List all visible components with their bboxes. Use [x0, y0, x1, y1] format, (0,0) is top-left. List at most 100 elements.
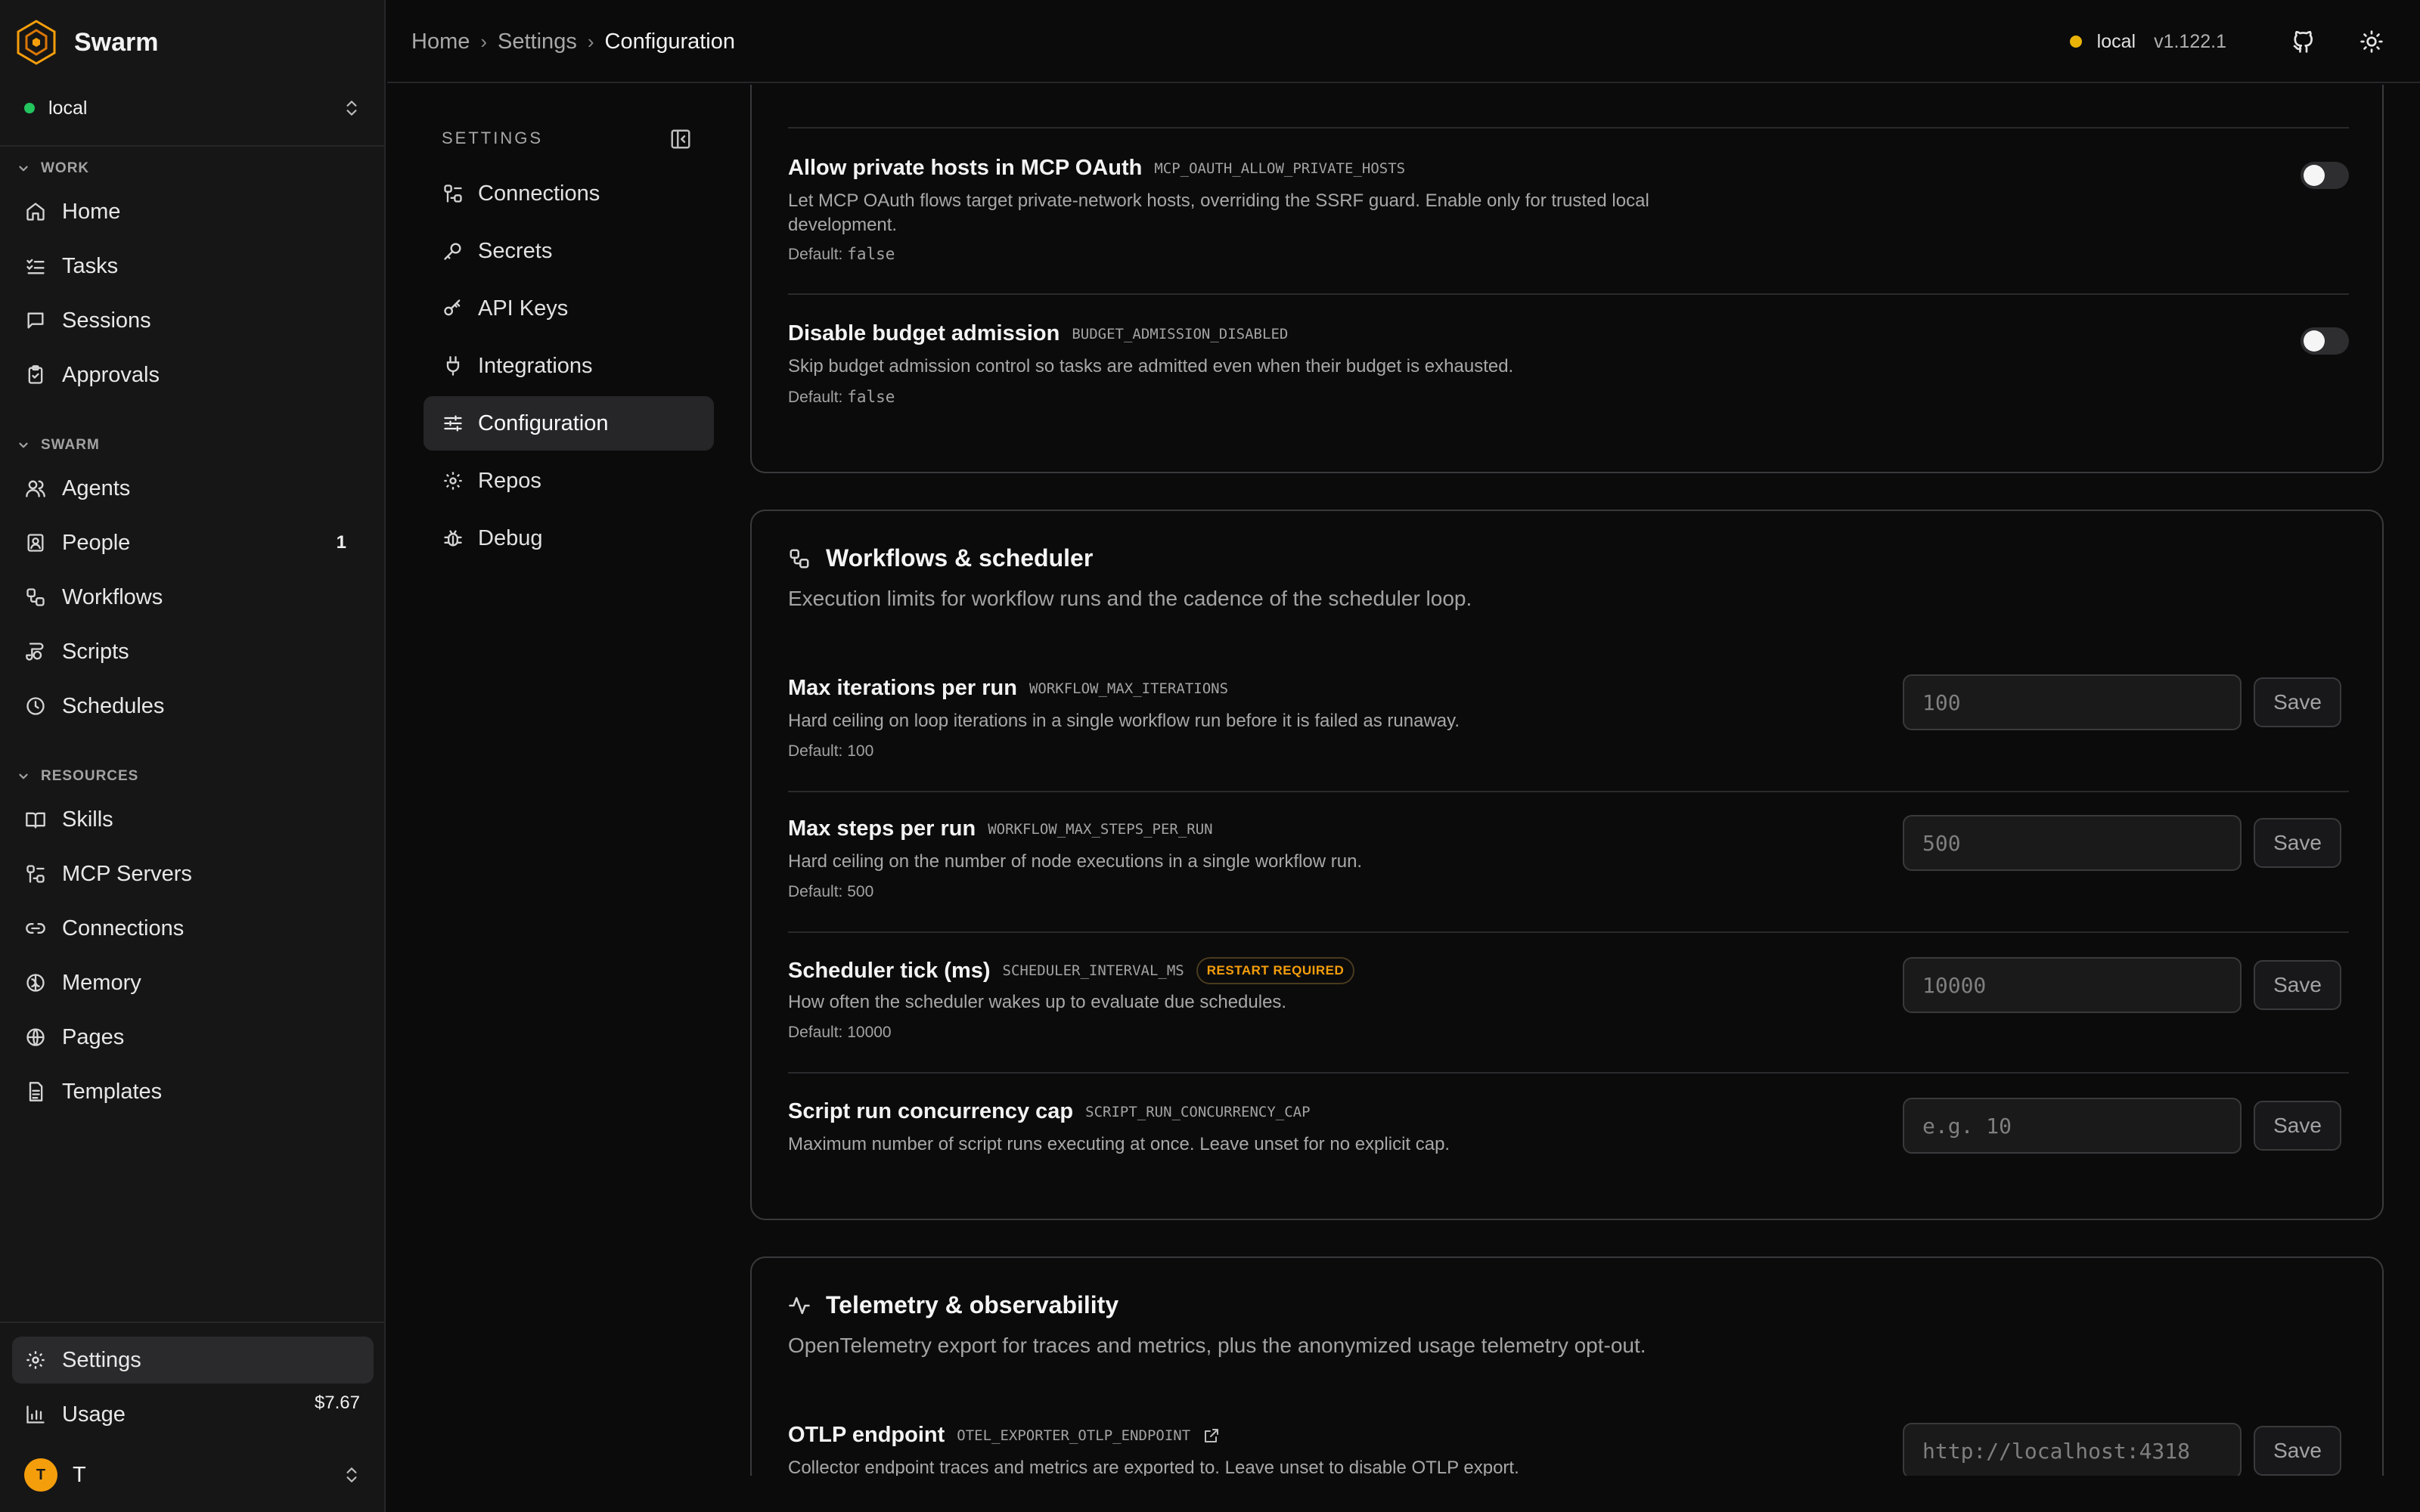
avatar: T	[24, 1458, 57, 1492]
setting-title-group: OTLP endpoint OTEL_EXPORTER_OTLP_ENDPOIN…	[788, 1423, 1221, 1448]
setting-env-var: WORKFLOW_MAX_STEPS_PER_RUN	[988, 820, 1213, 838]
user-menu[interactable]: T T	[12, 1452, 374, 1498]
sidebar-item-mcp-servers[interactable]: MCP Servers	[12, 850, 374, 897]
setting-title-group: Script run concurrency cap SCRIPT_RUN_CO…	[788, 1099, 1311, 1124]
max-iterations-input[interactable]	[1903, 674, 2242, 730]
setting-title-group: Disable budget admission BUDGET_ADMISSIO…	[788, 321, 1288, 346]
sidebar-footer-divider	[0, 1321, 386, 1323]
settings-nav-api-keys[interactable]: API Keys	[424, 281, 714, 336]
env-status-dot	[2069, 36, 2082, 48]
settings-nav-integrations[interactable]: Integrations	[424, 339, 714, 393]
setting-help-line: Let MCP OAuth flows target private-netwo…	[788, 191, 1649, 211]
app-name: Swarm	[74, 27, 159, 57]
link-icon	[24, 917, 47, 940]
script-concurrency-save-button[interactable]: Save	[2254, 1101, 2341, 1151]
settings-nav-connections[interactable]: Connections	[424, 166, 714, 221]
sun-icon[interactable]	[2350, 20, 2393, 63]
key-icon	[442, 240, 464, 262]
setting-default: Default: false	[788, 388, 895, 407]
script-concurrency-input[interactable]	[1903, 1098, 2242, 1154]
settings-nav-label: Integrations	[478, 353, 593, 378]
default-value: false	[847, 388, 895, 406]
setting-help-line: development.	[788, 215, 898, 235]
server-icon	[24, 863, 47, 885]
sidebar-item-schedules[interactable]: Schedules	[12, 683, 374, 730]
collapse-panel-icon[interactable]	[664, 122, 697, 156]
row-divider	[788, 931, 2349, 933]
sidebar-item-skills[interactable]: Skills	[12, 796, 374, 843]
breadcrumb-home[interactable]: Home	[411, 29, 470, 54]
sidebar-item-label: Connections	[62, 916, 185, 940]
settings-nav-secrets[interactable]: Secrets	[424, 224, 714, 278]
sidebar-item-memory[interactable]: Memory	[12, 959, 374, 1006]
section-swarm-toggle[interactable]: SWARM	[17, 437, 100, 454]
sidebar-item-label: Pages	[62, 1024, 125, 1049]
github-icon[interactable]	[2282, 20, 2325, 63]
otlp-endpoint-input[interactable]	[1903, 1423, 2242, 1476]
chevrons-up-down-icon	[342, 1465, 361, 1485]
bar-chart-icon	[24, 1403, 47, 1426]
setting-env-var: SCRIPT_RUN_CONCURRENCY_CAP	[1085, 1103, 1311, 1120]
toggle-knob	[2304, 165, 2325, 186]
setting-row-mcp-oauth-private-hosts: Allow private hosts in MCP OAuth MCP_OAU…	[788, 156, 2349, 263]
settings-nav-repos[interactable]: Repos	[424, 454, 714, 508]
sidebar-item-templates[interactable]: Templates	[12, 1068, 374, 1115]
bug-icon	[442, 527, 464, 550]
scheduler-tick-save-button[interactable]: Save	[2254, 960, 2341, 1010]
sidebar-item-approvals[interactable]: Approvals	[12, 352, 374, 398]
row-divider	[788, 791, 2349, 792]
people-count-badge: 1	[336, 532, 346, 553]
external-link-icon[interactable]	[1202, 1427, 1221, 1445]
settings-nav-label: API Keys	[478, 296, 569, 321]
sidebar-item-people[interactable]: People 1	[12, 519, 374, 566]
brand[interactable]: Swarm	[12, 17, 159, 68]
sidebar-item-connections[interactable]: Connections	[12, 905, 374, 952]
sidebar-divider	[0, 145, 386, 147]
api-key-icon	[442, 297, 464, 320]
sidebar-item-label: Schedules	[62, 693, 165, 718]
connections-icon	[442, 182, 464, 205]
settings-nav-debug[interactable]: Debug	[424, 511, 714, 565]
breadcrumb-settings[interactable]: Settings	[498, 29, 577, 54]
setting-title-group: Scheduler tick (ms) SCHEDULER_INTERVAL_M…	[788, 957, 1355, 984]
sidebar-item-workflows[interactable]: Workflows	[12, 574, 374, 621]
sidebar-item-sessions[interactable]: Sessions	[12, 297, 374, 344]
sidebar-item-tasks[interactable]: Tasks	[12, 243, 374, 290]
sidebar-item-label: Skills	[62, 807, 113, 832]
sidebar-item-label: Home	[62, 199, 121, 224]
section-work-toggle[interactable]: WORK	[17, 160, 89, 177]
sidebar-item-agents[interactable]: Agents	[12, 465, 374, 512]
user-name: T	[73, 1462, 86, 1487]
max-steps-save-button[interactable]: Save	[2254, 818, 2341, 868]
sidebar-item-home[interactable]: Home	[12, 188, 374, 235]
default-label: Default:	[788, 246, 848, 263]
settings-nav-configuration[interactable]: Configuration	[424, 396, 714, 451]
settings-nav-label: Configuration	[478, 411, 609, 435]
home-icon	[24, 200, 47, 223]
mcp-oauth-private-hosts-toggle[interactable]	[2301, 162, 2349, 189]
chevron-right-icon: ›	[480, 29, 488, 53]
section-resources-toggle[interactable]: RESOURCES	[17, 768, 138, 785]
chevrons-up-down-icon	[342, 98, 361, 118]
scheduler-tick-input[interactable]	[1903, 957, 2242, 1013]
card-description: OpenTelemetry export for traces and metr…	[788, 1334, 1646, 1357]
budget-admission-toggle[interactable]	[2301, 327, 2349, 355]
top-bar: Home › Settings › Configuration local v1…	[387, 0, 2420, 83]
max-steps-input[interactable]	[1903, 815, 2242, 871]
otlp-endpoint-save-button[interactable]: Save	[2254, 1426, 2341, 1476]
breadcrumb: Home › Settings › Configuration	[411, 0, 735, 83]
header-actions: local v1.122.1	[2069, 0, 2393, 83]
setting-default: Default: 500	[788, 883, 874, 900]
max-iterations-save-button[interactable]: Save	[2254, 677, 2341, 727]
sidebar-item-settings[interactable]: Settings	[12, 1337, 374, 1383]
card-description: Execution limits for workflow runs and t…	[788, 587, 1472, 610]
setting-help: Collector endpoint traces and metrics ar…	[788, 1458, 1519, 1476]
workspace-switcher[interactable]: local	[12, 85, 374, 132]
sidebar-item-label: Settings	[62, 1347, 141, 1372]
section-title: WORK	[41, 160, 90, 176]
sidebar-item-scripts[interactable]: Scripts	[12, 628, 374, 675]
security-settings-card: Allow private hosts in MCP OAuth MCP_OAU…	[750, 85, 2384, 473]
sidebar-item-pages[interactable]: Pages	[12, 1014, 374, 1061]
setting-default: Default: false	[788, 245, 895, 264]
sidebar-item-label: Workflows	[62, 584, 163, 609]
